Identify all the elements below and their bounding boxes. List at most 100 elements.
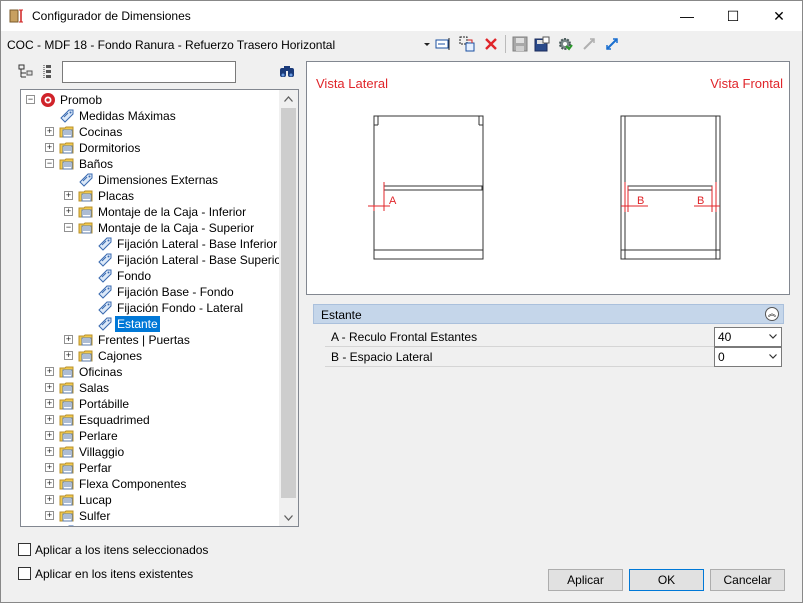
tree-item[interactable]: + Dormitorios [21,140,279,156]
edit-rename-icon[interactable] [435,36,451,52]
folder-icon [78,222,93,234]
minimize-button[interactable]: — [664,1,710,31]
expand-node-icon[interactable]: + [64,207,73,216]
tree-item[interactable]: Fijación Base - Fondo [21,284,279,300]
tree-item[interactable]: Pl [21,524,279,526]
expand-node-icon[interactable]: + [64,335,73,344]
tree-item[interactable]: − Montaje de la Caja - Superior [21,220,279,236]
expand-node-icon[interactable]: + [45,143,54,152]
expand-node-icon[interactable]: + [45,479,54,488]
tree-item[interactable]: − Baños [21,156,279,172]
expand-node-icon[interactable]: + [45,431,54,440]
tree-item[interactable]: + Sulfer [21,508,279,524]
save-icon[interactable] [512,36,528,52]
expand-node-icon[interactable]: + [45,383,54,392]
tree-item-label: Baños [79,157,114,171]
tree-item[interactable]: + Portábille [21,396,279,412]
tree-item[interactable]: + Placas [21,188,279,204]
tree-items: − Promob Medidas Máximas + Cocinas + Dormitori… [21,90,279,526]
collapse-all-icon[interactable] [18,64,34,80]
expand-node-icon[interactable]: + [45,367,54,376]
apply-existing-label: Aplicar en los itens existentes [35,567,194,581]
tree-item[interactable]: + Perfar [21,460,279,476]
tree-item[interactable]: + Perlare [21,428,279,444]
folder-icon [78,206,93,218]
tree-item-label: Fijación Lateral - Base Inferior [117,237,278,251]
tree-vertical-scrollbar[interactable] [279,90,298,526]
expand-node-icon[interactable]: + [45,399,54,408]
tree-item[interactable]: + Cajones [21,348,279,364]
tree-item[interactable]: + Villaggio [21,444,279,460]
expand-node-icon[interactable]: + [45,511,54,520]
close-button[interactable]: ✕ [756,1,802,31]
tree-item[interactable]: + Flexa Componentes [21,476,279,492]
expand-node-icon[interactable]: + [45,495,54,504]
maximize-button[interactable]: ☐ [710,1,756,31]
apply-button[interactable]: Aplicar [548,569,623,591]
settings-icon[interactable] [557,36,573,52]
tree-item[interactable]: + Salas [21,380,279,396]
scroll-up-icon[interactable] [279,90,298,107]
category-tree[interactable]: − Promob Medidas Máximas + Cocinas + Dormitori… [20,89,299,527]
tree-item-label: Villaggio [79,445,125,459]
tree-item[interactable]: Fijación Lateral - Base Superior [21,252,279,268]
delete-icon[interactable] [483,36,499,52]
tree-item[interactable]: Fijación Lateral - Base Inferior [21,236,279,252]
apply-existing-checkbox[interactable] [18,567,31,580]
properties-section-header[interactable]: Estante ︽ [313,304,784,324]
move-icon[interactable] [459,36,475,52]
tree-item[interactable]: − Promob [21,92,279,108]
document-title: COC - MDF 18 - Fondo Ranura - Refuerzo T… [7,38,336,52]
apply-selected-label: Aplicar a los itens seleccionados [35,543,209,557]
minimize-icon: — [680,8,694,24]
chevron-down-icon[interactable] [768,331,778,341]
expand-node-icon[interactable]: + [45,463,54,472]
front-dim-b-left-text: B [637,195,644,207]
expand-all-icon[interactable] [41,64,53,80]
expand-node-icon[interactable]: + [64,351,73,360]
tree-item[interactable]: + Lucap [21,492,279,508]
ok-button[interactable]: OK [629,569,704,591]
property-value-select[interactable]: 40 [714,327,782,347]
tree-item[interactable]: Fijación Fondo - Lateral [21,300,279,316]
tree-item-label: Sulfer [79,509,111,523]
cancel-button[interactable]: Cancelar [710,569,785,591]
scroll-thumb[interactable] [281,108,296,498]
dropdown-arrow-icon[interactable] [419,36,435,52]
collapse-node-icon[interactable]: − [64,223,73,232]
tree-item[interactable]: + Frentes | Puertas [21,332,279,348]
cabinet-drawing: A B B [368,115,721,260]
tree-item[interactable]: Fondo [21,268,279,284]
tree-item[interactable]: Estante [21,316,279,332]
tree-item[interactable]: + Oficinas [21,364,279,380]
shrink-icon[interactable] [604,36,620,52]
tree-item[interactable]: + Esquadrimed [21,412,279,428]
tree-item[interactable]: + Montaje de la Caja - Inferior [21,204,279,220]
expand-node-icon[interactable]: + [45,127,54,136]
expand-icon[interactable] [581,36,597,52]
expand-node-icon[interactable]: + [45,447,54,456]
tree-item[interactable]: Dimensiones Externas [21,172,279,188]
tree-item-label: Lucap [79,493,112,507]
collapse-section-icon[interactable]: ︽ [765,307,779,321]
save-as-icon[interactable] [534,36,550,52]
expand-node-icon[interactable]: + [64,191,73,200]
tree-item-label: Fondo [117,269,152,283]
scroll-down-icon[interactable] [279,509,298,526]
tree-item-label: Cajones [98,349,143,363]
title-bar[interactable]: Configurador de Dimensiones — ☐ ✕ [1,1,802,31]
expand-node-icon[interactable]: + [45,415,54,424]
tree-item-label: Perlare [79,429,118,443]
chevron-down-icon[interactable] [768,351,778,361]
property-value-select[interactable]: 0 [714,347,782,367]
binoculars-search-icon[interactable] [279,64,295,78]
tree-item[interactable]: + Cocinas [21,124,279,140]
front-dim-b-right-text: B [697,195,704,207]
apply-selected-checkbox[interactable] [18,543,31,556]
section-title: Estante [321,308,362,322]
tree-item[interactable]: Medidas Máximas [21,108,279,124]
collapse-node-icon[interactable]: − [26,95,35,104]
tree-search-input[interactable] [62,61,236,83]
collapse-node-icon[interactable]: − [45,159,54,168]
folder-icon [59,462,74,474]
